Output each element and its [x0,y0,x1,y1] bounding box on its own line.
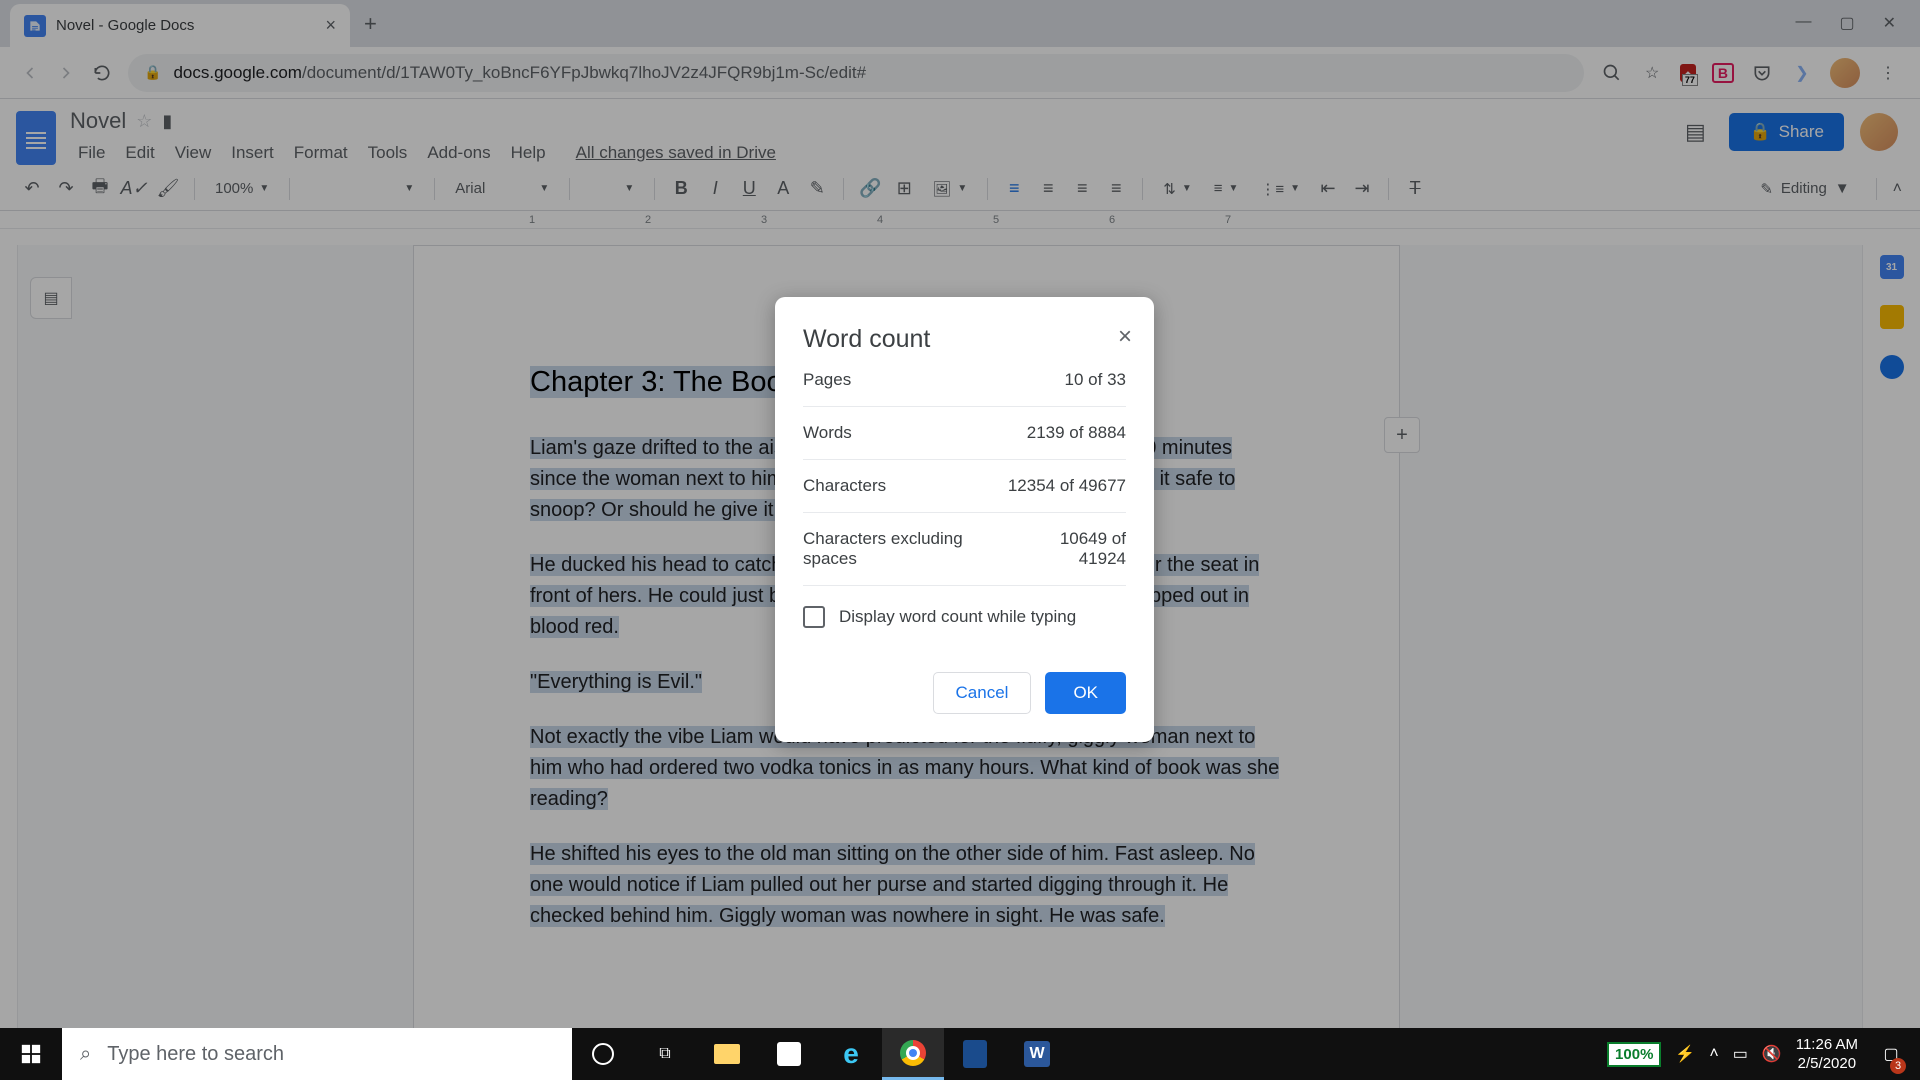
ok-button[interactable]: OK [1045,672,1126,714]
dialog-title: Word count [803,325,1126,354]
cancel-button[interactable]: Cancel [933,672,1032,714]
search-placeholder: Type here to search [107,1043,284,1066]
stat-characters-no-spaces: Characters excluding spaces 10649 of 419… [803,513,1126,586]
stat-label: Pages [803,370,851,390]
display-while-typing-row: Display word count while typing [803,586,1126,638]
cortana-icon[interactable] [572,1028,634,1080]
volume-mute-icon[interactable]: 🔇 [1762,1044,1782,1064]
system-tray: 100% ⚡ ˄ ▭ 🔇 11:26 AM 2/5/2020 ▢ 3 [1607,1028,1920,1080]
word-count-dialog: Word count × Pages 10 of 33 Words 2139 o… [775,297,1154,742]
edge-icon[interactable]: e [820,1028,882,1080]
search-icon: ⌕ [80,1043,91,1066]
task-view-icon[interactable]: ⧉ [634,1028,696,1080]
close-dialog-icon[interactable]: × [1118,323,1132,351]
stat-label: Characters [803,476,886,496]
chrome-icon[interactable] [882,1028,944,1080]
stat-label: Characters excluding spaces [803,529,1013,569]
microsoft-store-icon[interactable] [758,1028,820,1080]
tray-expand-icon[interactable]: ˄ [1709,1045,1718,1063]
charging-icon[interactable]: ⚡ [1675,1044,1695,1064]
stat-value: 12354 of 49677 [1008,476,1126,496]
stat-value: 10 of 33 [1065,370,1126,390]
display-while-typing-label: Display word count while typing [839,607,1076,627]
stat-value: 10649 of 41924 [1013,529,1126,569]
date-text: 2/5/2020 [1796,1054,1858,1074]
stat-value: 2139 of 8884 [1027,423,1126,443]
action-center-icon[interactable]: ▢ 3 [1872,1028,1910,1080]
battery-percentage[interactable]: 100% [1607,1042,1661,1067]
word-icon[interactable]: W [1006,1028,1068,1080]
clock[interactable]: 11:26 AM 2/5/2020 [1796,1035,1858,1074]
file-explorer-icon[interactable] [696,1028,758,1080]
windows-taskbar: ⌕ Type here to search ⧉ e W 100% ⚡ ˄ ▭ 🔇… [0,1028,1920,1080]
notification-badge: 3 [1890,1058,1906,1074]
stat-words: Words 2139 of 8884 [803,407,1126,460]
security-app-icon[interactable] [944,1028,1006,1080]
battery-icon[interactable]: ▭ [1733,1044,1748,1064]
start-button[interactable] [0,1028,62,1080]
time-text: 11:26 AM [1796,1035,1858,1055]
stat-pages: Pages 10 of 33 [803,354,1126,407]
taskbar-search[interactable]: ⌕ Type here to search [62,1028,572,1080]
stat-label: Words [803,423,852,443]
display-while-typing-checkbox[interactable] [803,606,825,628]
stat-characters: Characters 12354 of 49677 [803,460,1126,513]
